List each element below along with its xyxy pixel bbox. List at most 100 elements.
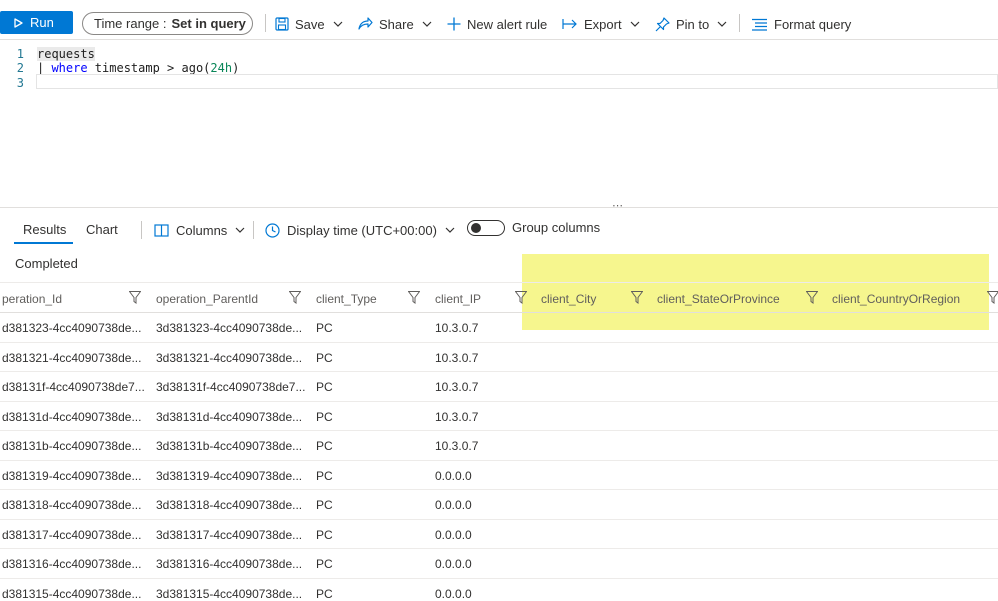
- chevron-down-icon: [445, 227, 455, 233]
- cell-client-type: PC: [316, 527, 333, 542]
- cell-client-ip: 0.0.0.0: [435, 498, 472, 512]
- code-line-2: | where timestamp > ago(24h): [37, 61, 239, 75]
- code-table-name: requests: [37, 47, 95, 61]
- display-time-label: Display time (UTC+00:00): [287, 222, 437, 238]
- grid-header: peration_Id operation_ParentId client_Ty…: [0, 282, 998, 313]
- cell-operation-parentid: 3d381321-4cc4090738de...: [156, 350, 303, 365]
- cell-client-ip: 10.3.0.7: [435, 350, 479, 365]
- table-row[interactable]: d381318-4cc4090738de... 3d381318-4cc4090…: [0, 490, 998, 520]
- toolbar-divider: [739, 14, 740, 32]
- table-row[interactable]: d381316-4cc4090738de... 3d381316-4cc4090…: [0, 549, 998, 579]
- pane-splitter[interactable]: [0, 207, 998, 208]
- cell-client-ip: 10.3.0.7: [435, 439, 479, 453]
- export-button[interactable]: Export: [562, 13, 646, 35]
- format-lines-icon: [752, 18, 767, 31]
- format-query-button[interactable]: Format query: [751, 13, 851, 35]
- save-icon: [275, 17, 289, 31]
- cell-client-ip: 0.0.0.0: [435, 468, 472, 483]
- group-columns-toggle[interactable]: [467, 220, 505, 236]
- filter-icon[interactable]: [129, 291, 141, 304]
- code-keyword: where: [51, 61, 88, 75]
- toolbar-divider: [265, 14, 266, 32]
- cell-operation-parentid: 3d381319-4cc4090738de...: [156, 468, 303, 483]
- cell-client-ip: 0.0.0.0: [435, 586, 472, 601]
- format-label: Format query: [774, 16, 852, 32]
- code-close-paren: ): [232, 61, 240, 75]
- cell-client-ip: 10.3.0.7: [435, 321, 479, 335]
- chevron-down-icon: [235, 227, 245, 233]
- share-icon: [358, 17, 373, 30]
- cell-client-type: PC: [316, 557, 333, 571]
- column-header-operation-id[interactable]: peration_Id: [2, 292, 62, 306]
- tab-results[interactable]: Results: [23, 222, 66, 237]
- table-row[interactable]: d381319-4cc4090738de... 3d381319-4cc4090…: [0, 461, 998, 490]
- cell-client-type: PC: [316, 439, 333, 453]
- chevron-down-icon: [717, 21, 727, 27]
- display-time-button[interactable]: Display time (UTC+00:00): [265, 221, 462, 239]
- cell-client-type: PC: [316, 350, 333, 365]
- share-button[interactable]: Share: [358, 13, 438, 35]
- filter-icon[interactable]: [631, 291, 643, 304]
- table-row[interactable]: d38131f-4cc4090738de7... 3d38131f-4cc409…: [0, 372, 998, 402]
- run-label: Run: [30, 15, 54, 30]
- save-button[interactable]: Save: [275, 13, 349, 35]
- query-editor[interactable]: 1 2 3 requests | where timestamp > ago(2…: [0, 44, 998, 194]
- cell-operation-parentid: 3d38131d-4cc4090738de...: [156, 409, 303, 424]
- tab-chart[interactable]: Chart: [86, 222, 118, 237]
- pin-to-button[interactable]: Pin to: [655, 13, 733, 35]
- columns-button[interactable]: Columns: [154, 221, 252, 239]
- cell-client-ip: 10.3.0.7: [435, 380, 479, 394]
- clock-icon: [265, 222, 280, 238]
- new-alert-rule-button[interactable]: New alert rule: [447, 13, 547, 35]
- query-toolbar: Run Time range : Set in query Save Share…: [0, 0, 998, 40]
- cell-client-ip: 0.0.0.0: [435, 527, 472, 542]
- share-label: Share: [379, 16, 414, 32]
- cell-client-ip: 0.0.0.0: [435, 557, 472, 571]
- table-row[interactable]: d381323-4cc4090738de... 3d381323-4cc4090…: [0, 313, 998, 343]
- pin-icon: [655, 16, 670, 31]
- column-header-client-country[interactable]: client_CountryOrRegion: [832, 292, 960, 306]
- filter-icon[interactable]: [515, 291, 527, 304]
- play-icon: [14, 17, 23, 28]
- table-row[interactable]: d38131d-4cc4090738de... 3d38131d-4cc4090…: [0, 402, 998, 431]
- column-header-client-type[interactable]: client_Type: [316, 292, 377, 306]
- column-header-client-state[interactable]: client_StateOrProvince: [657, 292, 780, 306]
- table-row[interactable]: d381317-4cc4090738de... 3d381317-4cc4090…: [0, 520, 998, 549]
- cell-client-type: PC: [316, 380, 333, 394]
- line-number: 2: [16, 61, 24, 75]
- filter-icon[interactable]: [408, 291, 420, 304]
- cell-operation-id: d381319-4cc4090738de...: [2, 468, 142, 483]
- column-header-client-city[interactable]: client_City: [541, 292, 596, 306]
- cell-operation-id: d381318-4cc4090738de...: [2, 498, 142, 512]
- cell-client-type: PC: [316, 468, 333, 483]
- table-row[interactable]: d38131b-4cc4090738de... 3d38131b-4cc4090…: [0, 431, 998, 461]
- resize-grip[interactable]: ⋯: [612, 199, 624, 212]
- column-header-operation-parentid[interactable]: operation_ParentId: [156, 292, 258, 306]
- line-number: 1: [16, 47, 24, 61]
- table-row[interactable]: d381321-4cc4090738de... 3d381321-4cc4090…: [0, 343, 998, 372]
- results-divider: [253, 221, 254, 239]
- chevron-down-icon: [333, 21, 343, 27]
- column-header-client-ip[interactable]: client_IP: [435, 292, 481, 306]
- cell-operation-parentid: 3d381323-4cc4090738de...: [156, 321, 303, 335]
- code-line-1: requests: [37, 47, 95, 61]
- cell-operation-id: d381315-4cc4090738de...: [2, 586, 142, 601]
- plus-icon: [447, 17, 461, 31]
- cell-operation-parentid: 3d381317-4cc4090738de...: [156, 527, 303, 542]
- cell-operation-id: d381323-4cc4090738de...: [2, 321, 142, 335]
- line-number: 3: [16, 76, 24, 90]
- run-button[interactable]: Run: [0, 11, 73, 34]
- cell-client-type: PC: [316, 321, 333, 335]
- cell-operation-parentid: 3d38131f-4cc4090738de7...: [156, 380, 306, 394]
- cell-client-ip: 10.3.0.7: [435, 409, 479, 424]
- columns-icon: [154, 223, 169, 237]
- filter-icon[interactable]: [289, 291, 301, 304]
- table-row[interactable]: d381315-4cc4090738de... 3d381315-4cc4090…: [0, 579, 998, 601]
- cell-operation-parentid: 3d381315-4cc4090738de...: [156, 586, 303, 601]
- chevron-down-icon: [630, 21, 640, 27]
- cell-operation-id: d381317-4cc4090738de...: [2, 527, 142, 542]
- filter-icon[interactable]: [806, 291, 818, 304]
- cell-operation-parentid: 3d38131b-4cc4090738de...: [156, 439, 303, 453]
- time-range-picker[interactable]: Time range : Set in query: [82, 12, 253, 35]
- filter-icon[interactable]: [987, 291, 998, 304]
